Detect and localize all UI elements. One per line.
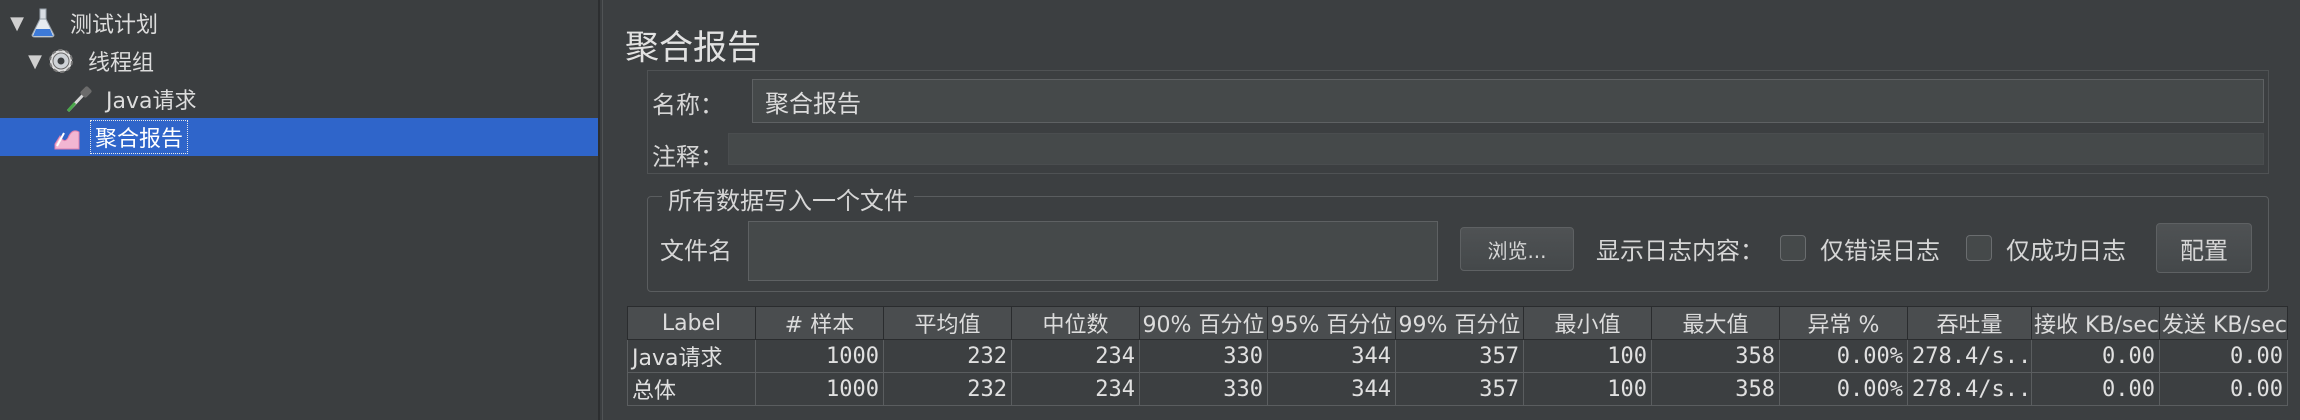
dropper-icon bbox=[62, 82, 96, 116]
tree-item-label: Java请求 bbox=[106, 89, 197, 114]
errors-only-label: 仅错误日志 bbox=[1820, 237, 1940, 265]
table-cell: 100 bbox=[1523, 372, 1652, 406]
table-cell: 234 bbox=[1011, 339, 1140, 373]
comment-field[interactable] bbox=[728, 133, 2264, 165]
configure-button[interactable]: 配置 bbox=[2156, 223, 2252, 273]
browse-button[interactable]: 浏览... bbox=[1460, 227, 1574, 271]
name-comment-box: 名称： 聚合报告 注释： bbox=[647, 70, 2269, 174]
column-header[interactable]: 最大值 bbox=[1651, 306, 1780, 340]
column-header[interactable]: 95% 百分位 bbox=[1267, 306, 1396, 340]
table-cell: 0.00% bbox=[1779, 339, 1908, 373]
filename-label: 文件名 bbox=[660, 237, 732, 265]
name-label: 名称： bbox=[652, 91, 724, 119]
column-header[interactable]: Label bbox=[627, 306, 756, 340]
filename-input[interactable] bbox=[748, 221, 1438, 281]
table-cell: 0.00 bbox=[2031, 339, 2160, 373]
column-header[interactable]: 99% 百分位 bbox=[1395, 306, 1524, 340]
table-cell: 357 bbox=[1395, 372, 1524, 406]
table-cell: 232 bbox=[883, 339, 1012, 373]
table-row[interactable]: Java请求 1000 232 234 330 344 357 100 358 … bbox=[627, 339, 2288, 373]
table-cell: 234 bbox=[1011, 372, 1140, 406]
table-cell: 0.00 bbox=[2159, 339, 2288, 373]
table-cell: 344 bbox=[1267, 339, 1396, 373]
table-header-row: Label # 样本 平均值 中位数 90% 百分位 95% 百分位 99% 百… bbox=[627, 306, 2288, 340]
gear-icon bbox=[44, 44, 78, 78]
page-title: 聚合报告 bbox=[625, 28, 761, 68]
table-cell: 0.00 bbox=[2159, 372, 2288, 406]
table-cell: 1000 bbox=[755, 339, 884, 373]
column-header[interactable]: 平均值 bbox=[883, 306, 1012, 340]
table-cell: 0.00% bbox=[1779, 372, 1908, 406]
group-title: 所有数据写入一个文件 bbox=[662, 181, 914, 216]
success-only-checkbox[interactable] bbox=[1966, 235, 1992, 261]
column-header[interactable]: 吞吐量 bbox=[1907, 306, 2032, 340]
tree-item-label: 聚合报告 bbox=[90, 120, 189, 154]
table-cell: 232 bbox=[883, 372, 1012, 406]
expand-toggle-icon[interactable]: ▼ bbox=[8, 13, 26, 34]
table-cell: 1000 bbox=[755, 372, 884, 406]
table-cell: 357 bbox=[1395, 339, 1524, 373]
column-header[interactable]: 90% 百分位 bbox=[1139, 306, 1268, 340]
tree-item-test-plan[interactable]: ▼ 测试计划 bbox=[8, 4, 162, 42]
column-header[interactable]: 发送 KB/sec bbox=[2159, 306, 2288, 340]
table-cell: 278.4/s... bbox=[1907, 372, 2032, 406]
expand-toggle-icon[interactable]: ▼ bbox=[26, 51, 44, 72]
tree-item-label: 线程组 bbox=[88, 51, 155, 76]
column-header[interactable]: 最小值 bbox=[1523, 306, 1652, 340]
tree-item-java-request[interactable]: Java请求 bbox=[62, 80, 200, 118]
success-only-label: 仅成功日志 bbox=[2006, 237, 2126, 265]
column-header[interactable]: 接收 KB/sec bbox=[2031, 306, 2160, 340]
comment-label: 注释： bbox=[652, 143, 724, 171]
table-cell: 358 bbox=[1651, 372, 1780, 406]
column-header[interactable]: 中位数 bbox=[1011, 306, 1140, 340]
table-row[interactable]: 总体 1000 232 234 330 344 357 100 358 0.00… bbox=[627, 372, 2288, 406]
results-table: Label # 样本 平均值 中位数 90% 百分位 95% 百分位 99% 百… bbox=[627, 306, 2299, 420]
name-field[interactable]: 聚合报告 bbox=[752, 79, 2264, 123]
table-cell: 358 bbox=[1651, 339, 1780, 373]
aggregate-report-panel: 聚合报告 名称： 聚合报告 注释： 所有数据写入一个文件 文件名 浏览... 显… bbox=[602, 0, 2300, 420]
test-plan-tree: ▼ 测试计划 ▼ 线程组 Java请求 聚合报告 bbox=[0, 0, 600, 420]
tree-item-thread-group[interactable]: ▼ 线程组 bbox=[26, 42, 158, 80]
flask-icon bbox=[26, 6, 60, 40]
report-icon bbox=[50, 120, 84, 154]
table-cell: 344 bbox=[1267, 372, 1396, 406]
table-cell: 330 bbox=[1139, 372, 1268, 406]
table-cell: 总体 bbox=[627, 372, 756, 406]
write-to-file-group: 所有数据写入一个文件 文件名 浏览... 显示日志内容： 仅错误日志 仅成功日志… bbox=[647, 181, 2269, 292]
column-header[interactable]: # 样本 bbox=[755, 306, 884, 340]
table-cell: 100 bbox=[1523, 339, 1652, 373]
table-cell: Java请求 bbox=[627, 339, 756, 373]
log-content-label: 显示日志内容： bbox=[1596, 237, 1764, 265]
column-header[interactable]: 异常 % bbox=[1779, 306, 1908, 340]
table-cell: 330 bbox=[1139, 339, 1268, 373]
table-cell: 278.4/s... bbox=[1907, 339, 2032, 373]
table-cell: 0.00 bbox=[2031, 372, 2160, 406]
tree-item-aggregate-report[interactable]: 聚合报告 bbox=[0, 118, 598, 156]
errors-only-checkbox[interactable] bbox=[1780, 235, 1806, 261]
tree-item-label: 测试计划 bbox=[70, 13, 159, 38]
